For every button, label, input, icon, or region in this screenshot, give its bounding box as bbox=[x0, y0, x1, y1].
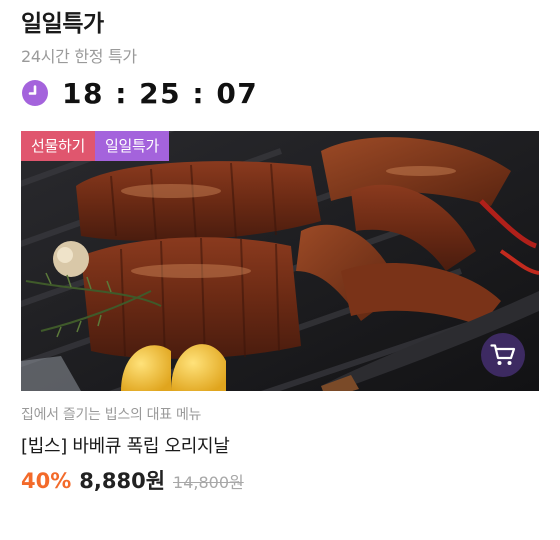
product-image[interactable]: 선물하기 일일특가 bbox=[21, 131, 539, 391]
countdown-timer: 18 : 25 : 07 bbox=[22, 74, 258, 112]
ribs-photo bbox=[21, 131, 539, 391]
timer-text: 18 : 25 : 07 bbox=[62, 76, 259, 110]
badge-gift: 선물하기 bbox=[21, 131, 96, 161]
add-to-cart-button[interactable] bbox=[481, 333, 525, 377]
discount-rate: 40% bbox=[21, 469, 72, 493]
product-description: 집에서 즐기는 빕스의 대표 메뉴 bbox=[21, 407, 202, 423]
clock-icon bbox=[22, 80, 48, 106]
section-subtitle: 24시간 한정 특가 bbox=[21, 47, 137, 66]
product-badges: 선물하기 일일특가 bbox=[21, 131, 170, 161]
section-title: 일일특가 bbox=[21, 11, 104, 37]
sale-price: 8,880원 bbox=[79, 469, 166, 493]
original-price: 14,800원 bbox=[173, 473, 244, 492]
badge-daily-deal: 일일특가 bbox=[95, 131, 170, 161]
cart-icon bbox=[490, 344, 516, 365]
product-name[interactable]: [빕스] 바베큐 폭립 오리지날 bbox=[21, 432, 230, 458]
price-row: 40% 8,880원 14,800원 bbox=[21, 465, 244, 495]
